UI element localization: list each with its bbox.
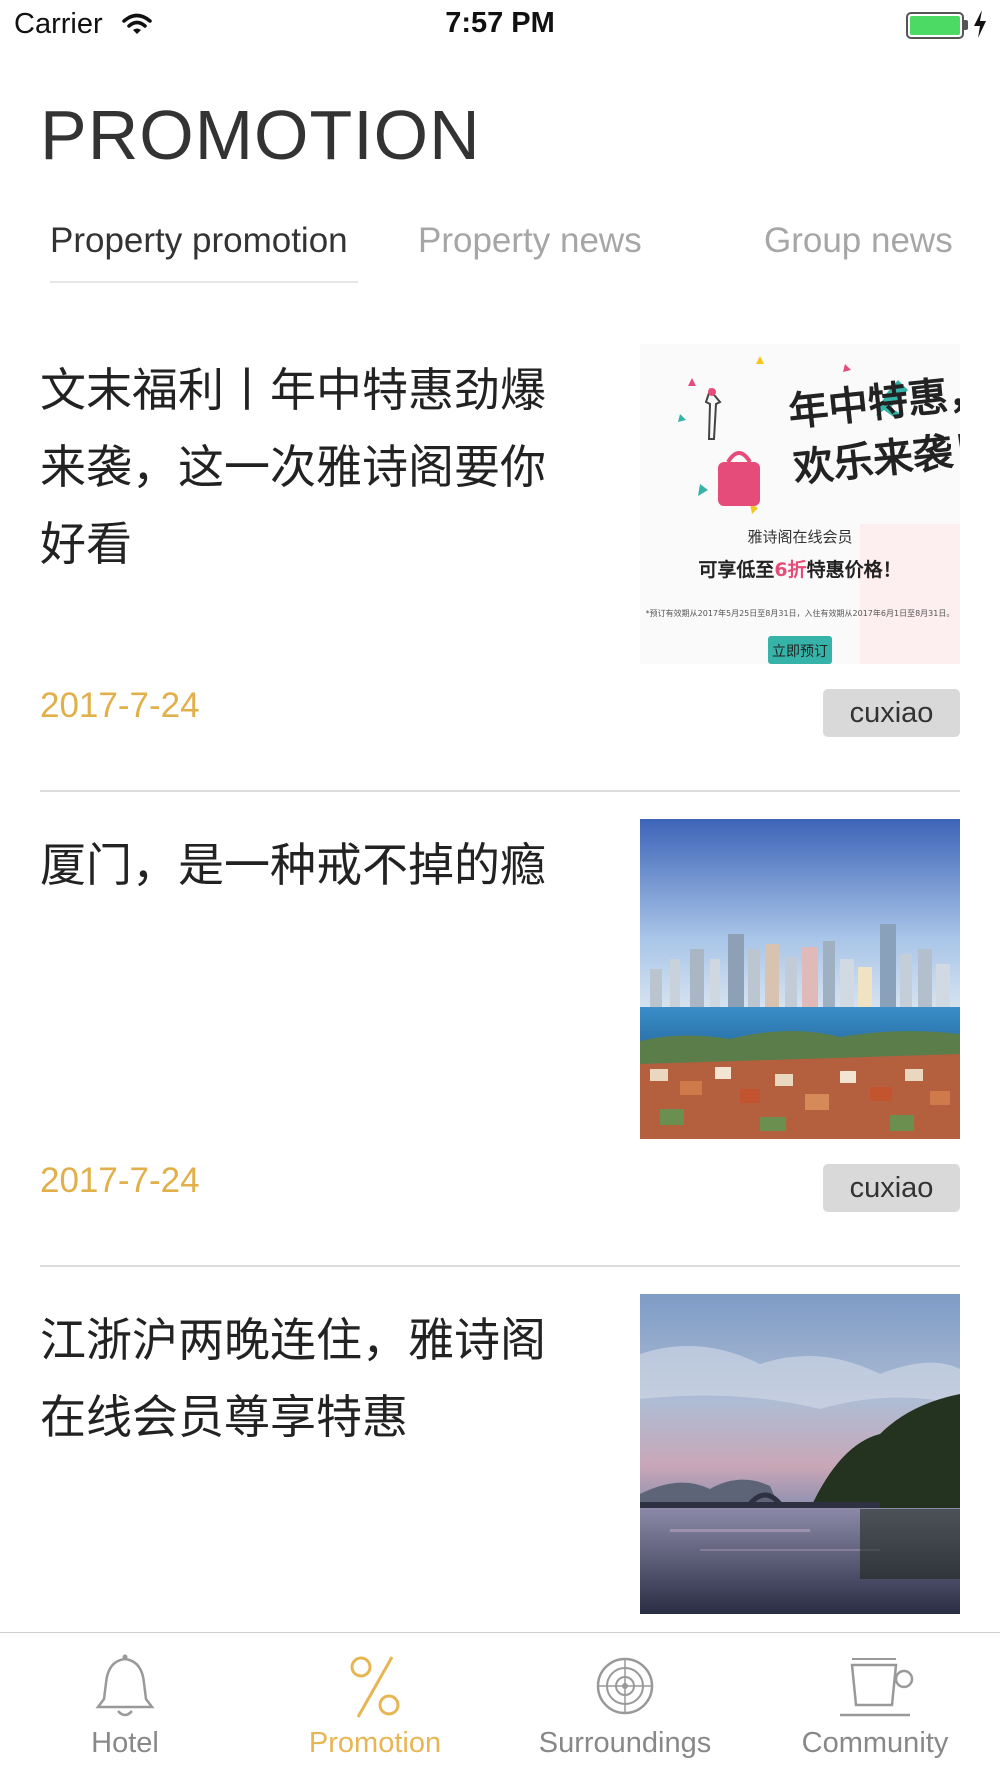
article-title: 厦门，是一种戒不掉的瘾 — [40, 838, 546, 892]
article-title: 江浙沪两晚连住，雅诗阁在线会员尊享特惠 — [40, 1313, 546, 1444]
article-title: 文末福利丨年中特惠劲爆来袭，这一次雅诗阁要你好看 — [40, 363, 546, 571]
promo-offer-suffix: 特惠价格！ — [807, 558, 902, 581]
article-tag: cuxiao — [823, 689, 960, 737]
tab-bar-label: Surroundings — [538, 1727, 712, 1759]
article-card[interactable]: 文末福利丨年中特惠劲爆来袭，这一次雅诗阁要你好看 年中特惠， 欢乐来袭！ 雅诗阁… — [40, 344, 960, 794]
promo-fine-print: *预订有效期从2017年5月25日至8月31日，入住有效期从2017年6月1日至… — [646, 608, 955, 618]
battery-tip — [964, 20, 968, 30]
active-tab-indicator — [50, 281, 358, 283]
status-time: 7:57 PM — [445, 7, 555, 39]
status-bar: Carrier 7:57 PM — [0, 0, 1000, 50]
percent-icon — [250, 1651, 500, 1721]
tab-bar-item-promotion[interactable]: Promotion — [250, 1633, 500, 1778]
battery-icon — [906, 12, 964, 39]
page-title: PROMOTION — [40, 96, 481, 174]
tab-bar-item-community[interactable]: Community — [750, 1633, 1000, 1778]
divider — [40, 790, 960, 792]
tab-group-news[interactable]: Group news — [764, 221, 953, 261]
promo-member-line: 雅诗阁在线会员 — [747, 528, 852, 546]
article-card[interactable]: 厦门，是一种戒不掉的瘾 2017-7-24 cuxiao — [40, 819, 960, 1269]
svg-text:可享低至6折特惠价格！: 可享低至6折特惠价格！ — [698, 558, 901, 581]
bell-icon — [0, 1651, 250, 1721]
article-date: 2017-7-24 — [40, 1161, 200, 1200]
tab-bar-label: Community — [801, 1727, 949, 1759]
article-tag: cuxiao — [823, 1164, 960, 1212]
article-thumbnail-lake — [640, 1294, 960, 1614]
tab-bar-item-surroundings[interactable]: Surroundings — [500, 1633, 750, 1778]
promo-offer-prefix: 可享低至 — [698, 558, 774, 581]
promo-book-now-label: 立即预订 — [772, 644, 828, 660]
coffee-cup-icon — [750, 1651, 1000, 1721]
divider — [40, 1265, 960, 1267]
tab-bar-label: Promotion — [308, 1727, 442, 1759]
promo-offer-highlight: 6折 — [774, 559, 806, 581]
article-thumbnail-city — [640, 819, 960, 1139]
article-date: 2017-7-24 — [40, 686, 200, 725]
category-tabs: Property promotion Property news Group n… — [0, 215, 1000, 285]
bottom-tab-bar: Hotel Promotion Surroundings Community — [0, 1632, 1000, 1778]
article-thumbnail-promo: 年中特惠， 欢乐来袭！ 雅诗阁在线会员 可享低至6折特惠价格！ *预订有效期从2… — [640, 344, 960, 664]
charging-bolt-icon — [972, 10, 988, 42]
tab-bar-label: Hotel — [91, 1727, 159, 1759]
radar-icon — [500, 1651, 750, 1721]
tab-property-promotion[interactable]: Property promotion — [50, 221, 348, 261]
tab-property-news[interactable]: Property news — [418, 221, 642, 261]
tab-bar-item-hotel[interactable]: Hotel — [0, 1633, 250, 1778]
